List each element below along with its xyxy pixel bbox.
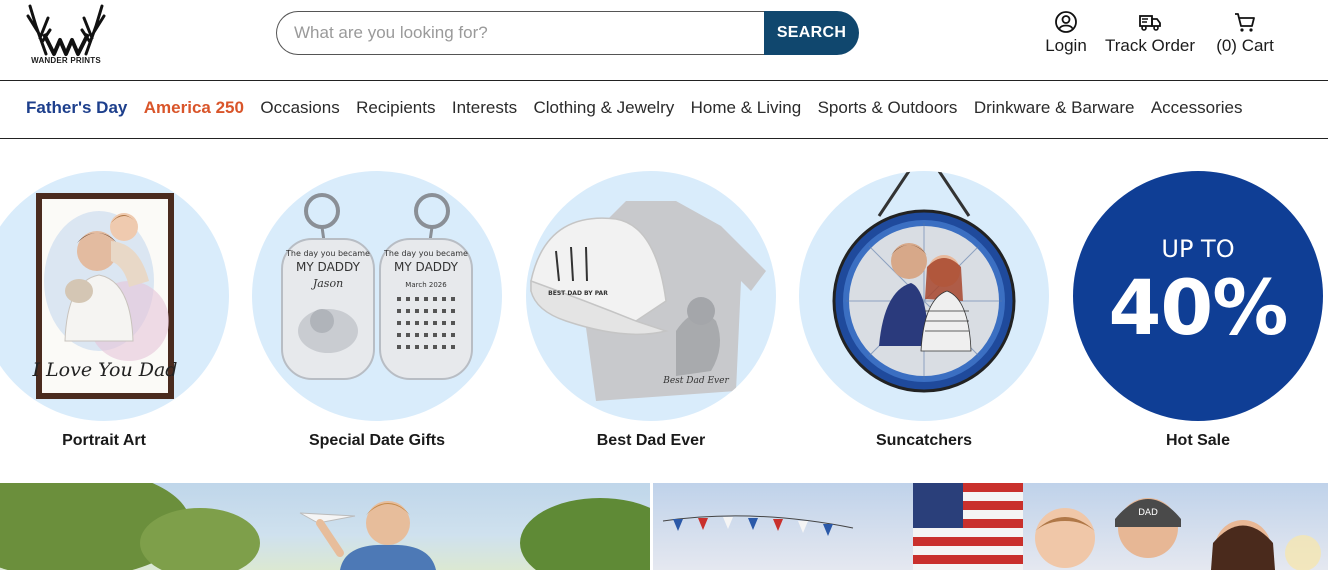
nav-item-fathers-day[interactable]: Father's Day <box>26 98 127 118</box>
calendar-day <box>397 297 401 301</box>
calendar-day <box>424 345 428 349</box>
nav-item-recipients[interactable]: Recipients <box>356 98 435 118</box>
site-header: WANDER PRINTS SEARCH Login Track Order (… <box>0 0 1328 81</box>
nav-item-occasions[interactable]: Occasions <box>260 98 339 118</box>
track-order-label: Track Order <box>1104 36 1196 55</box>
category-label: Suncatchers <box>875 432 973 449</box>
search-button[interactable]: SEARCH <box>764 11 859 55</box>
nav-item-america-250[interactable]: America 250 <box>144 98 244 118</box>
calendar-day <box>451 321 455 325</box>
search-bar: SEARCH <box>276 11 859 55</box>
calendar-day <box>397 333 401 337</box>
portrait-caption: I Love You Dad <box>32 359 178 381</box>
nav-item-sports-outdoors[interactable]: Sports & Outdoors <box>818 98 958 118</box>
tag-month: March 2026 <box>405 281 447 289</box>
calendar-day <box>442 345 446 349</box>
nav-item-accessories[interactable]: Accessories <box>1151 98 1243 118</box>
calendar-day <box>415 333 419 337</box>
login-label: Login <box>1045 36 1087 55</box>
category-label: Hot Sale <box>1165 432 1230 449</box>
tag-title-left: MY DADDY <box>296 260 361 274</box>
category-image: Best Dad Ever BEST DAD BY PAR <box>526 171 776 421</box>
calendar-day <box>406 297 410 301</box>
tag-name: Jason <box>311 277 343 290</box>
category-portrait-art[interactable]: I Love You Dad Portrait Art <box>0 171 229 461</box>
tag-caption-left: The day you became <box>285 249 370 258</box>
calendar-day <box>451 333 455 337</box>
cap-text: DAD <box>1138 508 1158 518</box>
delivery-truck-icon <box>1139 15 1161 31</box>
calendar-day <box>433 309 437 313</box>
calendar-day <box>424 297 428 301</box>
calendar-day <box>397 321 401 325</box>
banner-photo-kid-paper-plane <box>0 483 650 570</box>
category-hot-sale[interactable]: UP TO 40% Hot Sale <box>1073 171 1323 461</box>
category-image: I Love You Dad <box>0 171 229 421</box>
calendar-day <box>397 309 401 313</box>
portrait-frame-image: I Love You Dad <box>32 193 178 399</box>
category-best-dad-ever[interactable]: Best Dad Ever BEST DAD BY PAR Best Dad E… <box>526 171 776 461</box>
calendar-day <box>442 309 446 313</box>
user-icon <box>1055 11 1077 33</box>
calendar-day <box>442 321 446 325</box>
calendar-day <box>415 321 419 325</box>
nav-item-drinkware-barware[interactable]: Drinkware & Barware <box>974 98 1135 118</box>
calendar-day <box>415 297 419 301</box>
calendar-day <box>415 309 419 313</box>
track-order-link[interactable]: Track Order <box>1100 10 1200 56</box>
search-input[interactable] <box>276 11 776 55</box>
calendar-day <box>406 345 410 349</box>
calendar-day <box>442 333 446 337</box>
calendar-day <box>406 309 410 313</box>
shirt-print-text: Best Dad Ever <box>662 376 729 386</box>
tag-caption-right: The day you became <box>383 249 468 258</box>
calendar-day <box>424 309 428 313</box>
calendar-day <box>424 321 428 325</box>
calendar-day <box>433 345 437 349</box>
category-image: UP TO 40% <box>1073 171 1323 421</box>
nav-item-home-living[interactable]: Home & Living <box>691 98 802 118</box>
calendar-day <box>433 297 437 301</box>
calendar-day <box>424 333 428 337</box>
tag-title-right: MY DADDY <box>394 260 459 274</box>
category-special-date-gifts[interactable]: The day you became MY DADDY Jason The da… <box>252 171 502 461</box>
calendar-day <box>451 309 455 313</box>
brand-name: WANDER PRINTS <box>31 56 101 65</box>
cart-label: (0) Cart <box>1216 36 1274 55</box>
category-label: Best Dad Ever <box>596 432 706 449</box>
calendar-day <box>451 345 455 349</box>
calendar-day <box>415 345 419 349</box>
nav-item-clothing-jewelry[interactable]: Clothing & Jewelry <box>533 98 674 118</box>
hero-banner-left[interactable] <box>0 483 650 570</box>
cap-print-text: BEST DAD BY PAR <box>548 290 608 297</box>
category-suncatchers[interactable]: Suncatchers <box>799 171 1049 461</box>
keychain-tags-image: The day you became MY DADDY Jason The da… <box>281 193 473 380</box>
calendar-day <box>433 321 437 325</box>
category-image: The day you became MY DADDY Jason The da… <box>252 171 502 421</box>
promo-percent: 40% <box>1108 263 1289 352</box>
promo-up-to: UP TO <box>1161 235 1235 263</box>
suncatcher-image <box>832 171 1016 393</box>
antler-logo-icon <box>26 4 106 56</box>
cart-link[interactable]: (0) Cart <box>1208 10 1282 56</box>
main-nav: Father's Day America 250 Occasions Recip… <box>0 81 1328 139</box>
cap-and-tshirt-image: Best Dad Ever BEST DAD BY PAR <box>530 201 766 401</box>
login-link[interactable]: Login <box>1040 10 1092 56</box>
hero-banner-right[interactable]: DAD <box>653 483 1328 570</box>
category-label: Special Date Gifts <box>308 432 446 449</box>
calendar-day <box>406 333 410 337</box>
cart-icon <box>1235 13 1255 32</box>
calendar-day <box>442 297 446 301</box>
brand-logo[interactable]: WANDER PRINTS <box>26 4 106 66</box>
banner-photo-family-flags: DAD <box>662 483 1321 570</box>
calendar-day <box>451 297 455 301</box>
calendar-day <box>433 333 437 337</box>
category-image <box>799 171 1049 421</box>
nav-item-interests[interactable]: Interests <box>452 98 517 118</box>
calendar-day <box>397 345 401 349</box>
calendar-day <box>406 321 410 325</box>
category-label: Portrait Art <box>62 432 146 449</box>
